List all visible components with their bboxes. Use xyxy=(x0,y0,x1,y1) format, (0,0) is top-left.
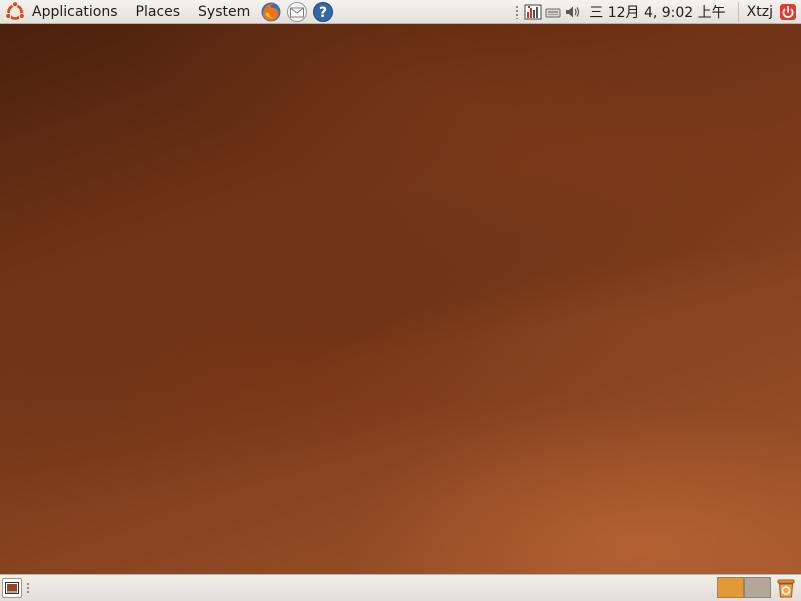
system-menu[interactable]: System xyxy=(188,0,258,24)
envelope-icon xyxy=(287,1,308,22)
notification-area: 三 12月 4, 9:02 上午 Xtzj xyxy=(511,0,801,24)
shutdown-button[interactable] xyxy=(779,3,797,21)
ubuntu-logo-icon xyxy=(4,0,26,23)
firefox-icon xyxy=(261,2,281,21)
trash-button[interactable] xyxy=(775,577,797,599)
clock[interactable]: 三 12月 4, 9:02 上午 xyxy=(583,2,733,22)
top-panel: Applications Places System ? 三 12月 4, 9:… xyxy=(0,0,801,24)
panel-separator xyxy=(737,2,739,22)
workspace-1[interactable] xyxy=(717,577,744,598)
help-launcher[interactable]: ? xyxy=(312,1,334,23)
system-monitor-tray[interactable] xyxy=(524,3,542,21)
user-switcher[interactable]: Xtzj xyxy=(743,4,777,20)
firefox-launcher[interactable] xyxy=(260,1,282,23)
workspace-2[interactable] xyxy=(744,577,771,598)
bottom-panel xyxy=(0,574,801,601)
panel-drag-handle[interactable] xyxy=(515,5,520,19)
help-icon: ? xyxy=(313,1,334,22)
network-icon xyxy=(545,8,561,18)
svg-text:?: ? xyxy=(319,5,327,21)
system-monitor-icon xyxy=(524,4,542,20)
places-menu[interactable]: Places xyxy=(126,0,189,24)
desktop-wallpaper[interactable] xyxy=(0,24,801,574)
speaker-icon xyxy=(566,6,580,18)
panel-drag-handle[interactable] xyxy=(26,582,30,594)
trash-icon xyxy=(777,579,795,598)
applications-menu-label: Applications xyxy=(32,3,118,20)
power-icon xyxy=(780,4,796,20)
show-desktop-icon xyxy=(5,582,19,594)
volume-tray[interactable] xyxy=(564,3,582,21)
show-desktop-button[interactable] xyxy=(2,578,22,598)
network-tray[interactable] xyxy=(544,3,562,21)
mail-launcher[interactable] xyxy=(286,1,308,23)
places-menu-label: Places xyxy=(135,3,181,20)
applications-menu[interactable]: Applications xyxy=(0,0,126,24)
system-menu-label: System xyxy=(198,3,251,20)
